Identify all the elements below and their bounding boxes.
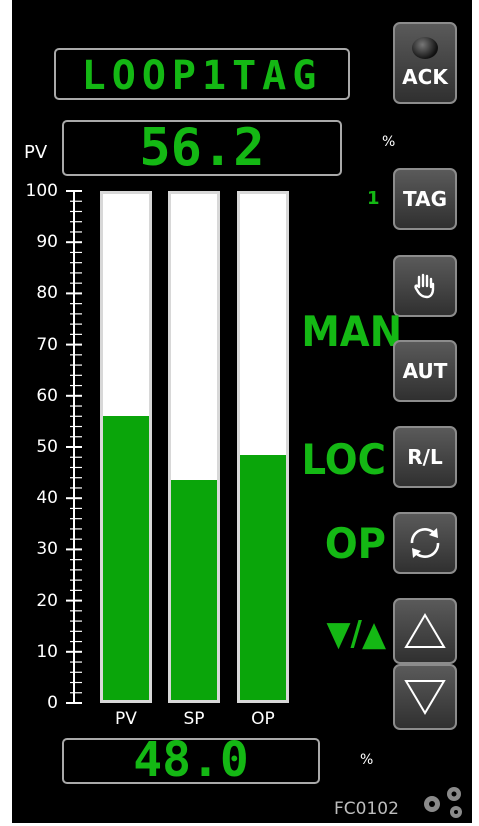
output-state: OP bbox=[324, 519, 386, 568]
output-unit: % bbox=[360, 752, 374, 768]
bar-op bbox=[237, 191, 289, 703]
auto-label: AUT bbox=[402, 359, 448, 383]
output-display: 48.0 bbox=[62, 732, 320, 788]
scale-tick-label: 100 bbox=[25, 181, 58, 201]
manual-button[interactable] bbox=[393, 255, 457, 317]
output-value: 48.0 bbox=[133, 732, 249, 788]
cycle-button[interactable] bbox=[393, 512, 457, 574]
remote-local-button[interactable]: R/L bbox=[393, 426, 457, 488]
scale-tick-label: 10 bbox=[36, 641, 58, 662]
bar-label: PV bbox=[115, 709, 137, 729]
control-state: LOC bbox=[301, 435, 386, 484]
bar-sp bbox=[168, 191, 220, 703]
scale-tick-label: 30 bbox=[36, 539, 58, 560]
scale-tick-label: 90 bbox=[36, 232, 58, 253]
bar-label: SP bbox=[183, 709, 205, 729]
scale-tick-label: 60 bbox=[36, 385, 58, 406]
down-arrow-icon bbox=[404, 680, 446, 715]
tag-name: LOOP1TAG bbox=[81, 53, 323, 99]
bar-fill-sp bbox=[171, 479, 217, 700]
lower-button[interactable] bbox=[393, 664, 457, 730]
bar-fill-pv bbox=[103, 415, 149, 700]
bar-pv bbox=[100, 191, 152, 703]
scale-tick-label: 80 bbox=[36, 283, 58, 304]
ramp-symbol: ▼/▲ bbox=[326, 614, 386, 654]
bar-label: OP bbox=[251, 709, 275, 729]
hand-icon bbox=[414, 273, 435, 299]
auto-button[interactable]: AUT bbox=[393, 340, 457, 402]
up-arrow-icon bbox=[404, 613, 446, 648]
footer-id: FC0102 bbox=[334, 799, 399, 819]
scale-tick-label: 0 bbox=[47, 693, 58, 713]
tag-label: TAG bbox=[403, 187, 447, 211]
ack-label: ACK bbox=[402, 65, 448, 89]
tag-count: 1 bbox=[367, 188, 380, 209]
scale-tick-label: 40 bbox=[36, 488, 58, 509]
cycle-icon bbox=[410, 527, 440, 559]
pv-value: 56.2 bbox=[139, 118, 265, 178]
alarm-lamp-icon bbox=[412, 37, 438, 59]
scale-tick-label: 70 bbox=[36, 334, 58, 355]
pv-label: PV bbox=[24, 142, 48, 163]
scale-tick-label: 20 bbox=[36, 590, 58, 611]
remote-local-label: R/L bbox=[407, 445, 443, 469]
scale-tick-label: 50 bbox=[36, 437, 58, 457]
raise-button[interactable] bbox=[393, 598, 457, 664]
bar-fill-op bbox=[240, 454, 286, 700]
gear-icon[interactable] bbox=[416, 782, 472, 826]
tag-button[interactable]: TAG bbox=[393, 168, 457, 230]
pv-display: 56.2 bbox=[62, 118, 342, 178]
tag-name-display: LOOP1TAG bbox=[54, 48, 350, 100]
ack-button[interactable]: ACK bbox=[393, 22, 457, 104]
mode-state: MAN bbox=[301, 307, 403, 356]
pv-unit: % bbox=[382, 134, 396, 150]
